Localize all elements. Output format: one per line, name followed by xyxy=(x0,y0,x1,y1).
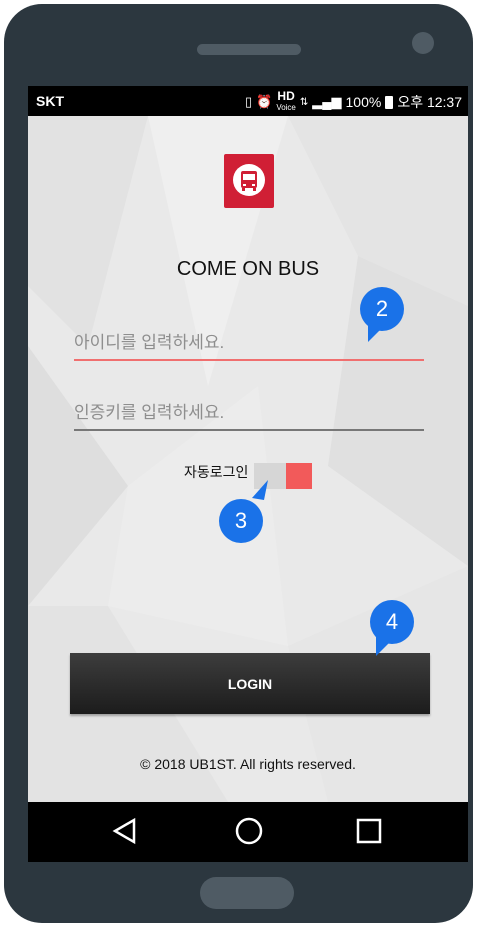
carrier-label: SKT xyxy=(36,93,64,109)
phone-frame: SKT ▯ ⏰ HD Voice ⇅ ▂▄▆ 100% 오후 12:37 COM… xyxy=(4,4,473,923)
toggle-knob xyxy=(286,463,312,489)
lte-icon: ⇅ xyxy=(299,96,309,108)
badge-2-tail xyxy=(368,322,384,342)
badge-4-tail xyxy=(376,636,392,656)
auto-login-label: 자동로그인 xyxy=(184,464,249,480)
auth-key-input[interactable] xyxy=(74,403,424,423)
annotation-badge-3: 3 xyxy=(219,499,263,543)
copyright-text: © 2018 UB1ST. All rights reserved. xyxy=(140,756,356,772)
vibrate-icon: ▯ xyxy=(244,94,253,109)
battery-percent: 100% xyxy=(345,94,382,110)
badge-3-tail xyxy=(252,480,268,500)
alarm-icon: ⏰ xyxy=(256,94,273,109)
speaker-grille xyxy=(197,44,301,55)
login-button[interactable]: LOGIN xyxy=(70,653,430,714)
back-icon[interactable] xyxy=(110,816,140,846)
recents-icon[interactable] xyxy=(354,816,384,846)
key-field-wrapper xyxy=(74,399,424,431)
app-logo xyxy=(224,154,274,208)
signal-icon: ▂▄▆ xyxy=(312,94,342,109)
app-title: COME ON BUS xyxy=(176,258,320,280)
status-bar: SKT ▯ ⏰ HD Voice ⇅ ▂▄▆ 100% 오후 12:37 xyxy=(28,86,468,116)
front-camera xyxy=(412,32,434,54)
hd-label: HD xyxy=(277,89,295,103)
screen: SKT ▯ ⏰ HD Voice ⇅ ▂▄▆ 100% 오후 12:37 COM… xyxy=(28,86,468,862)
hardware-home-button[interactable] xyxy=(200,877,294,909)
bus-icon xyxy=(233,164,265,196)
clock: 오후 12:37 xyxy=(397,94,462,110)
navigation-bar xyxy=(28,802,468,862)
home-icon[interactable] xyxy=(234,816,264,846)
hd-voice-icon: HD Voice xyxy=(276,89,296,113)
battery-icon xyxy=(385,95,394,109)
voice-label: Voice xyxy=(276,103,296,112)
status-icons: ▯ ⏰ HD Voice ⇅ ▂▄▆ 100% 오후 12:37 xyxy=(244,89,462,113)
